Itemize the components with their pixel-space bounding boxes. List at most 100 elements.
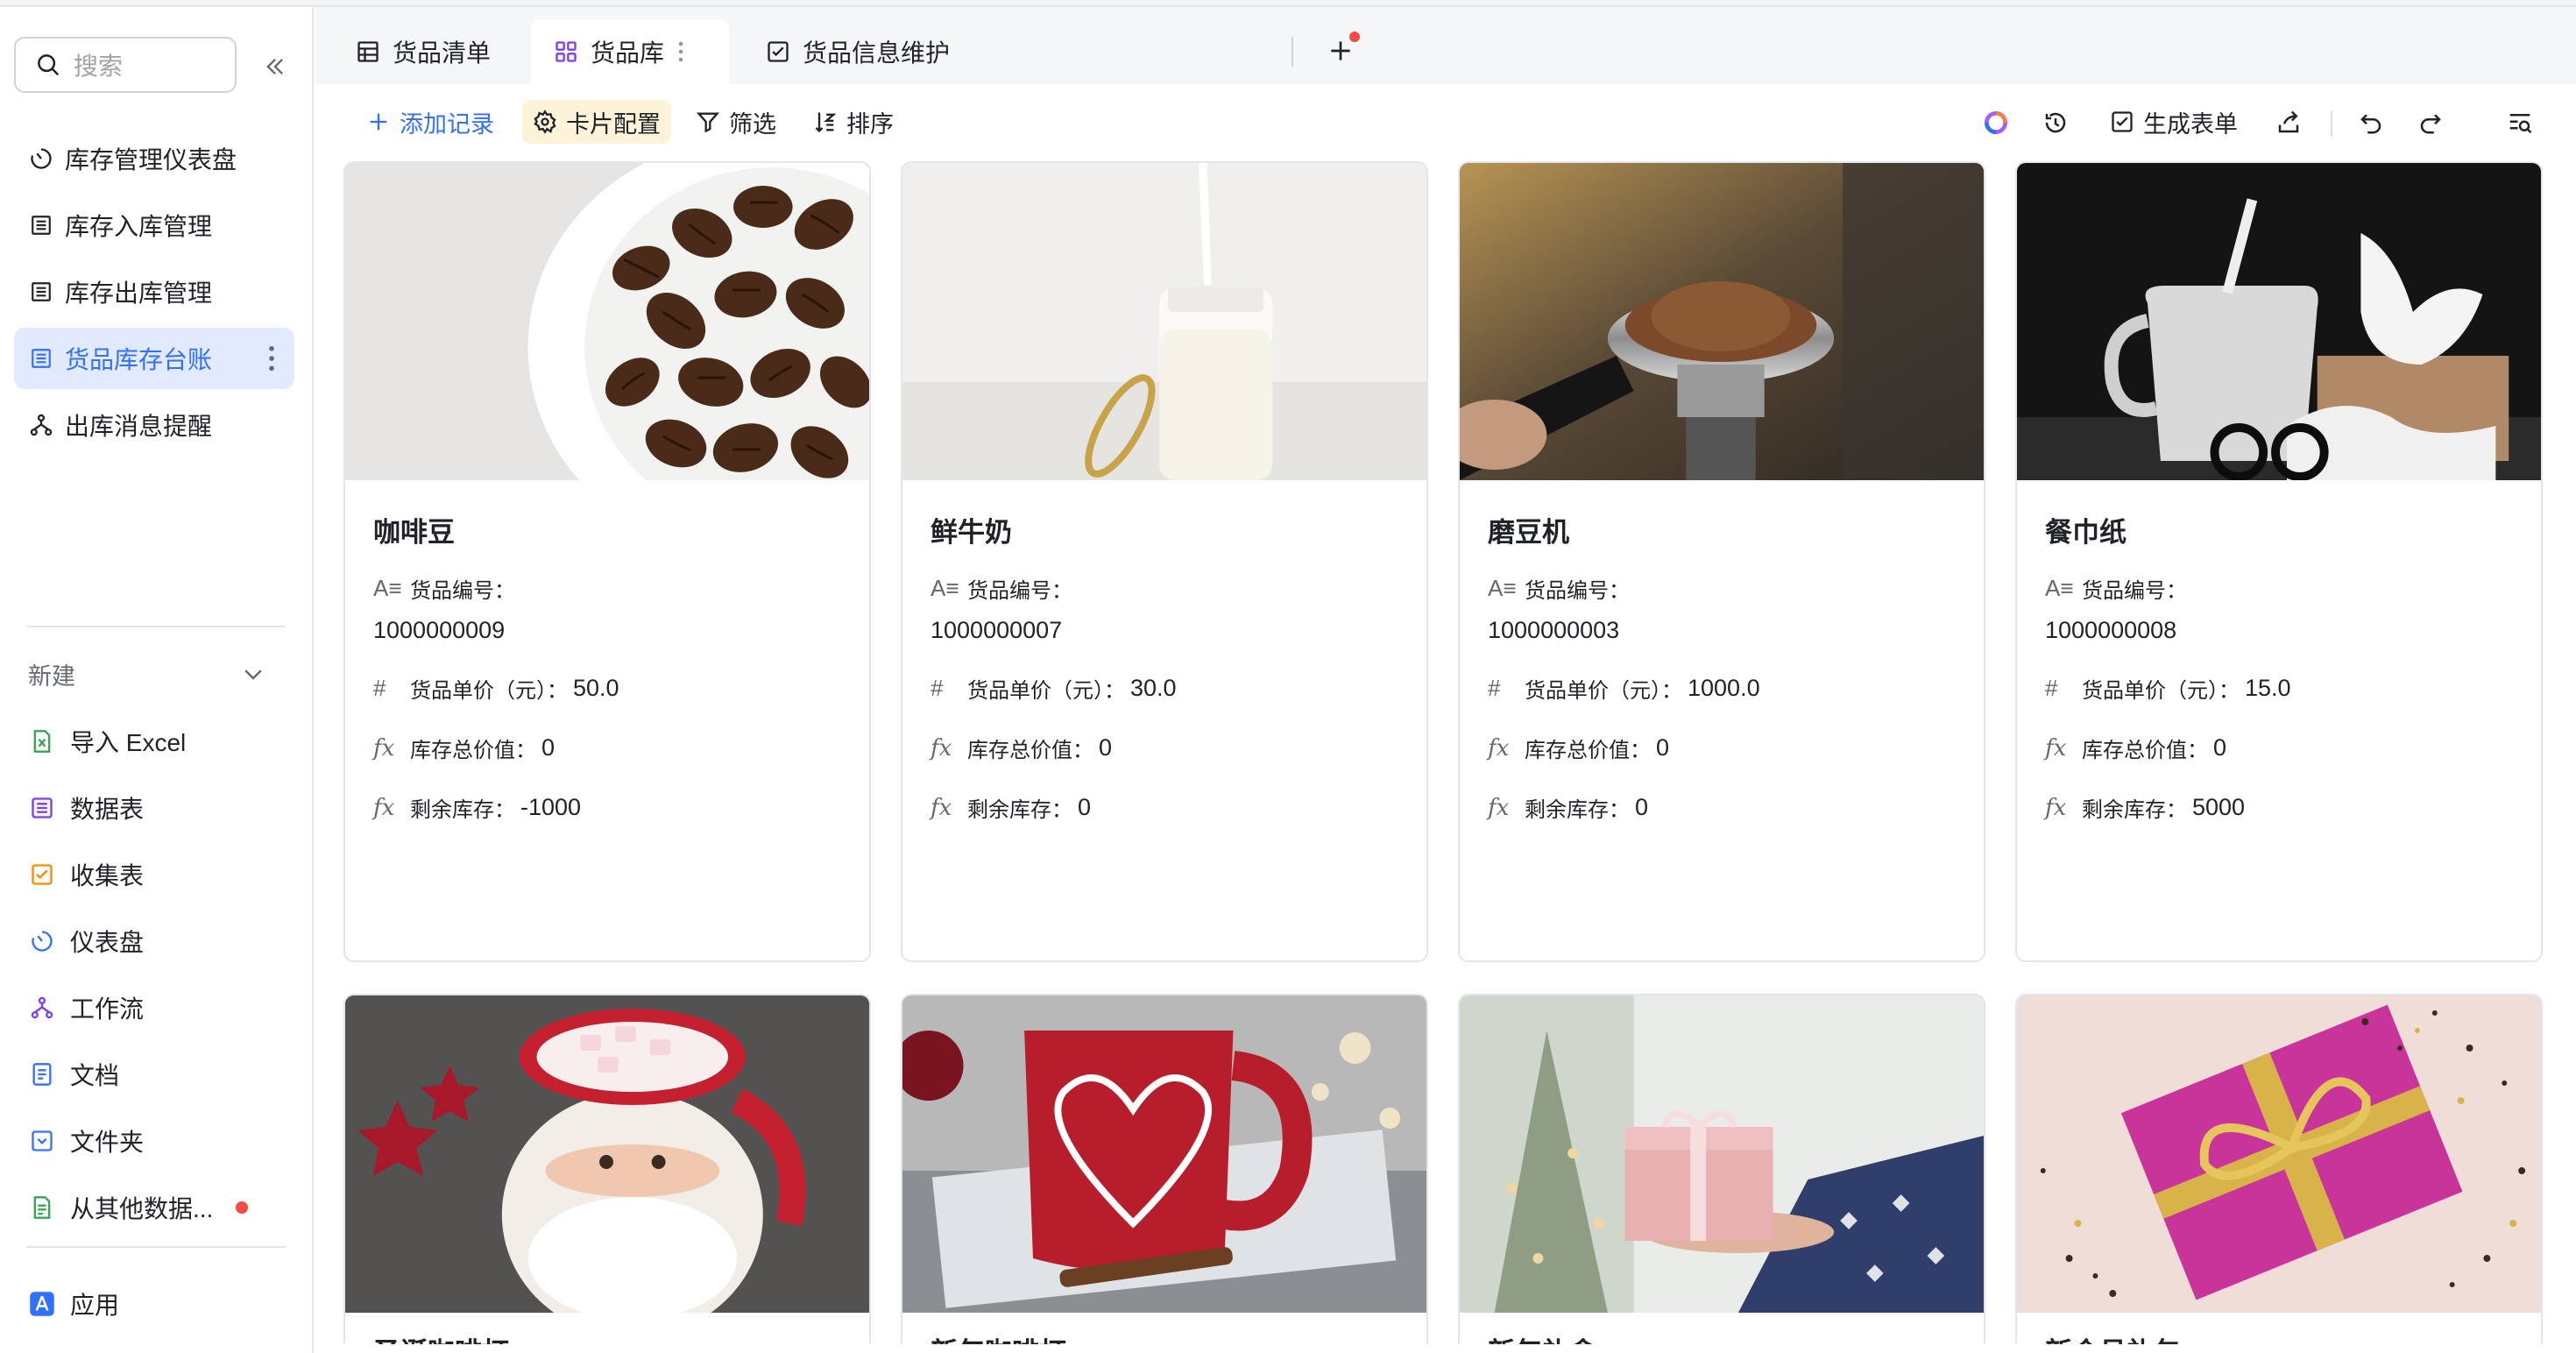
- new-folder[interactable]: 文件夹: [28, 1115, 282, 1167]
- field-remaining-stock: fx 剩余库存： 0: [1488, 792, 1648, 823]
- record-card[interactable]: 新会员礼包: [2015, 994, 2543, 1344]
- dashboard-icon: [32, 931, 53, 952]
- filter-button[interactable]: 筛选: [685, 100, 787, 144]
- card-config-button[interactable]: 卡片配置: [522, 100, 671, 144]
- tab-goods-list[interactable]: 货品清单: [333, 19, 513, 84]
- field-total-value: fx 库存总价值： 0: [931, 733, 1112, 763]
- sidebar-item-stock-ledger[interactable]: 货品库存台账: [14, 328, 294, 389]
- card-cover-image-napkins: [2017, 163, 2541, 480]
- text-field-icon: A≡: [1488, 575, 1517, 601]
- text-field-icon: A≡: [2045, 575, 2074, 601]
- more-options-icon[interactable]: [268, 345, 275, 378]
- card-cover-image-coffee-grinder: [1460, 163, 1984, 480]
- sidebar-item-label: 库存管理仪表盘: [65, 146, 237, 174]
- table-icon: [32, 282, 51, 301]
- field-goods-code-value: 1000000007: [931, 617, 1063, 643]
- new-import-other-data[interactable]: 从其他数据...: [28, 1181, 282, 1234]
- field-total-value: fx 库存总价值： 0: [2045, 733, 2226, 763]
- record-card[interactable]: 磨豆机 A≡ 货品编号： 1000000003 # 货品单价（元）： 1000.…: [1458, 161, 1985, 962]
- new-section-header[interactable]: 新建: [28, 652, 266, 696]
- new-workflow[interactable]: 工作流: [28, 981, 282, 1034]
- field-goods-code-value: 1000000009: [373, 617, 506, 643]
- new-item-label: 收集表: [70, 862, 145, 889]
- card-title-clip: 新会员礼包: [2045, 1313, 2518, 1344]
- record-card[interactable]: 餐巾纸 A≡ 货品编号： 1000000008 # 货品单价（元）： 15.0 …: [2015, 161, 2543, 962]
- field-goods-code: A≡ 货品编号：: [373, 573, 515, 604]
- record-card[interactable]: 新年礼盒: [1458, 994, 1985, 1344]
- number-field-icon: #: [373, 675, 386, 701]
- tab-goods-gallery[interactable]: 货品库: [531, 19, 729, 84]
- collapse-sidebar-button[interactable]: [258, 49, 293, 84]
- search-icon: [38, 54, 60, 76]
- redo-icon: [2420, 114, 2441, 134]
- record-card[interactable]: 圣诞咖啡杯: [343, 994, 871, 1344]
- tab-label: 货品清单: [393, 39, 492, 67]
- filter-label: 筛选: [729, 110, 776, 138]
- card-title: 咖啡豆: [373, 517, 455, 548]
- excel-icon: [33, 730, 51, 753]
- form-icon: [32, 864, 53, 885]
- tab-more-icon[interactable]: [678, 41, 683, 62]
- search-input[interactable]: 搜索: [14, 37, 237, 93]
- field-total-value: fx 库存总价值： 0: [1488, 733, 1669, 763]
- formula-field-icon: fx: [931, 794, 952, 821]
- field-value: 0: [2213, 734, 2227, 761]
- new-dashboard[interactable]: 仪表盘: [28, 915, 282, 967]
- gear-icon: [534, 110, 556, 134]
- sidebar-item-outbound[interactable]: 库存出库管理: [14, 261, 294, 322]
- sidebar-item-outbound-alert[interactable]: 出库消息提醒: [14, 394, 294, 456]
- field-value: 50.0: [573, 675, 619, 701]
- new-item-label: 工作流: [70, 995, 145, 1023]
- form-check-icon: [768, 41, 789, 62]
- field-label: 库存总价值：: [1525, 739, 1651, 762]
- new-import-excel[interactable]: 导入 Excel: [28, 715, 282, 768]
- doc-icon: [32, 1063, 52, 1086]
- share-button[interactable]: [2271, 105, 2306, 140]
- field-label: 货品编号：: [410, 579, 515, 603]
- table-icon: [32, 216, 51, 235]
- formula-field-icon: fx: [373, 734, 395, 762]
- field-total-value: fx 库存总价值： 0: [373, 733, 555, 763]
- record-card[interactable]: 咖啡豆 A≡ 货品编号： 1000000009 # 货品单价（元）： 50.0 …: [343, 161, 871, 962]
- new-item-label: 数据表: [70, 796, 145, 823]
- toolbar-separator: [2331, 110, 2332, 137]
- search-records-button[interactable]: [2502, 105, 2537, 140]
- new-datatable[interactable]: 数据表: [28, 782, 282, 834]
- field-value: 30.0: [1130, 675, 1177, 701]
- record-card[interactable]: 鲜牛奶 A≡ 货品编号： 1000000007 # 货品单价（元）： 30.0 …: [901, 161, 1428, 962]
- sidebar-divider: [26, 626, 286, 627]
- add-record-label: 添加记录: [400, 110, 494, 138]
- history-button[interactable]: [2038, 105, 2073, 140]
- undo-icon: [2360, 114, 2381, 134]
- form-check-icon: [2112, 111, 2133, 132]
- number-field-icon: #: [931, 675, 944, 701]
- sidebar-item-inventory-dashboard[interactable]: 库存管理仪表盘: [14, 128, 294, 189]
- tab-label: 货品库: [591, 39, 665, 67]
- field-label: 库存总价值：: [2082, 739, 2208, 762]
- redo-button[interactable]: [2413, 105, 2448, 140]
- sidebar-item-inbound[interactable]: 库存入库管理: [14, 195, 294, 256]
- record-card[interactable]: 新年咖啡杯: [901, 994, 1428, 1344]
- field-value: 0: [541, 734, 556, 761]
- sidebar: 搜索 库存管理仪表盘 库存入库管理 库存出库管理 货品库存台账 出库消息提醒 新…: [0, 7, 314, 1353]
- view-tab-bar: 货品清单 货品库 货品信息维护: [315, 7, 2576, 84]
- sort-button[interactable]: 排序: [803, 100, 904, 144]
- ai-assistant-button[interactable]: [1978, 105, 2013, 140]
- field-label: 货品编号：: [967, 579, 1072, 603]
- field-remaining-stock: fx 剩余库存： -1000: [373, 792, 581, 823]
- add-record-button[interactable]: 添加记录: [356, 100, 505, 144]
- generate-form-label: 生成表单: [2143, 110, 2238, 138]
- sidebar-item-label: 货品库存台账: [65, 346, 213, 373]
- add-view-button[interactable]: [1321, 32, 1360, 70]
- card-title: 鲜牛奶: [931, 517, 1012, 548]
- window-top-edge: [0, 0, 2576, 7]
- new-document[interactable]: 文档: [28, 1048, 282, 1101]
- new-form[interactable]: 收集表: [28, 848, 282, 901]
- field-label: 货品编号：: [2082, 579, 2187, 603]
- generate-form-button[interactable]: 生成表单: [2099, 100, 2248, 144]
- field-unit-price: # 货品单价（元）： 50.0: [373, 673, 619, 704]
- undo-button[interactable]: [2353, 105, 2388, 140]
- tab-goods-info-maintenance[interactable]: 货品信息维护: [743, 19, 973, 84]
- apps-entry[interactable]: 应用: [28, 1278, 282, 1330]
- history-icon: [2045, 112, 2066, 133]
